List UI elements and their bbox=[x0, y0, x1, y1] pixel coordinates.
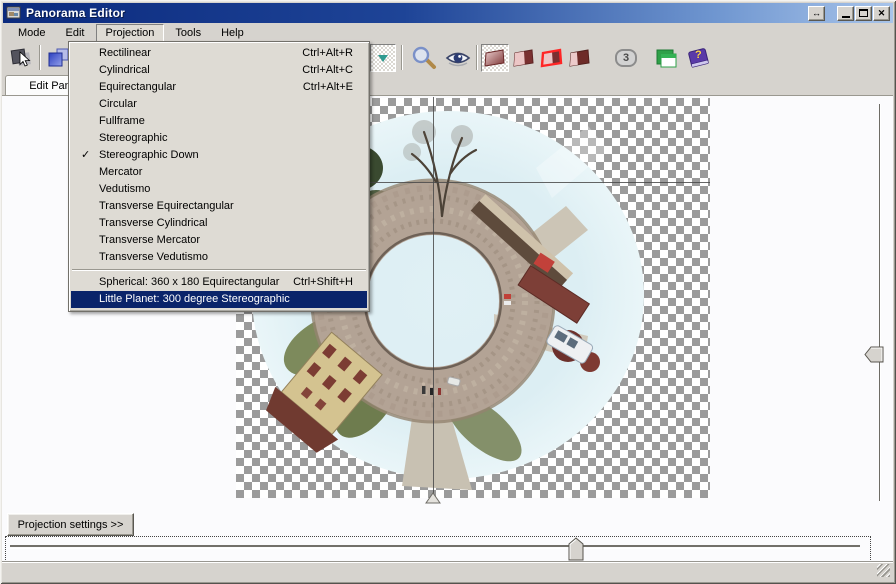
toolbar-separator bbox=[476, 45, 478, 70]
image-number-button[interactable]: 3 bbox=[609, 44, 643, 72]
pano-quad-mode-1-icon bbox=[483, 48, 507, 68]
menu-item-label: Cylindrical bbox=[99, 64, 150, 76]
pano-quad-mode-3-button[interactable] bbox=[538, 44, 566, 72]
menu-item-label: Transverse Vedutismo bbox=[99, 251, 208, 263]
transparency-toggle-icon bbox=[378, 55, 388, 62]
preview-eye-icon bbox=[443, 45, 473, 71]
menu-item-equirectangular[interactable]: Equirectangular Ctrl+Alt+E bbox=[71, 79, 367, 96]
new-window-button[interactable] bbox=[651, 44, 681, 72]
menu-item-shortcut: Ctrl+Alt+R bbox=[302, 45, 353, 62]
close-button[interactable]: ✕ bbox=[873, 6, 890, 21]
help-question-glyph: ? bbox=[695, 49, 702, 61]
menu-item-label: Mercator bbox=[99, 166, 142, 178]
pano-quad-mode-1-button[interactable] bbox=[481, 44, 509, 72]
drag-tool-button[interactable] bbox=[7, 44, 35, 72]
menu-item-transverse-mercator[interactable]: Transverse Mercator bbox=[71, 232, 367, 249]
pano-quad-mode-4-button[interactable] bbox=[566, 44, 594, 72]
menu-item-label: Transverse Cylindrical bbox=[99, 217, 207, 229]
menu-item-shortcut: Ctrl+Alt+C bbox=[302, 62, 353, 79]
resize-horizontal-icon: ↔ bbox=[812, 9, 821, 18]
app-icon bbox=[6, 6, 21, 20]
help-button[interactable]: ? bbox=[684, 44, 714, 72]
new-window-icon bbox=[653, 45, 679, 71]
pano-quad-mode-3-icon bbox=[540, 48, 564, 68]
menu-item-label: Stereographic bbox=[99, 132, 168, 144]
menu-item-label: Transverse Equirectangular bbox=[99, 200, 234, 212]
menu-item-label: Rectilinear bbox=[99, 47, 151, 59]
zoom-icon bbox=[408, 45, 438, 71]
menu-item-cylindrical[interactable]: Cylindrical Ctrl+Alt+C bbox=[71, 62, 367, 79]
window-title: Panorama Editor bbox=[26, 6, 125, 20]
menubar-item-help[interactable]: Help bbox=[212, 25, 253, 41]
projection-settings-label: Projection settings >> bbox=[18, 519, 124, 531]
tab-label: Edit Pan bbox=[29, 80, 71, 92]
menu-item-circular[interactable]: Circular bbox=[71, 96, 367, 113]
vertical-slider-track[interactable] bbox=[879, 104, 881, 501]
minimize-button[interactable] bbox=[837, 6, 854, 21]
menu-item-label: Equirectangular bbox=[99, 81, 176, 93]
menu-item-transverse-equirectangular[interactable]: Transverse Equirectangular bbox=[71, 198, 367, 215]
image-number-badge: 3 bbox=[615, 49, 637, 67]
menu-item-fullframe[interactable]: Fullframe bbox=[71, 113, 367, 130]
vertical-slider-thumb[interactable] bbox=[864, 346, 885, 363]
toolbar-separator bbox=[401, 45, 403, 70]
resize-grip[interactable] bbox=[877, 564, 890, 577]
menu-item-shortcut: Ctrl+Alt+E bbox=[303, 79, 353, 96]
pano-quad-mode-2-button[interactable] bbox=[510, 44, 538, 72]
title-bar[interactable]: Panorama Editor ↔ ✕ bbox=[3, 3, 893, 23]
maximize-icon bbox=[859, 9, 868, 17]
center-guide-line bbox=[433, 97, 434, 498]
menu-item-mercator[interactable]: Mercator bbox=[71, 164, 367, 181]
panorama-editor-window: Panorama Editor ↔ ✕ Mode Edit Projection… bbox=[0, 0, 896, 584]
menu-item-label: Little Planet: 300 degree Stereographic bbox=[99, 293, 290, 305]
menu-item-transverse-vedutismo[interactable]: Transverse Vedutismo bbox=[71, 249, 367, 266]
menu-item-label: Vedutismo bbox=[99, 183, 150, 195]
menu-item-label: Transverse Mercator bbox=[99, 234, 200, 246]
resize-horizontal-button[interactable]: ↔ bbox=[808, 6, 825, 21]
transparency-toggle-button[interactable] bbox=[370, 44, 396, 72]
horizontal-slider[interactable] bbox=[5, 536, 871, 562]
menu-item-label: Circular bbox=[99, 98, 137, 110]
menu-bar: Mode Edit Projection Tools Help bbox=[3, 23, 893, 42]
menu-item-vedutismo[interactable]: Vedutismo bbox=[71, 181, 367, 198]
menubar-item-mode[interactable]: Mode bbox=[9, 25, 55, 41]
projection-menu: Rectilinear Ctrl+Alt+R Cylindrical Ctrl+… bbox=[68, 41, 370, 312]
preview-eye-button[interactable] bbox=[442, 44, 474, 72]
horizontal-slider-track[interactable] bbox=[10, 545, 860, 549]
menu-item-stereographic-down[interactable]: ✓ Stereographic Down bbox=[71, 147, 367, 164]
yaw-marker-handle[interactable] bbox=[425, 492, 441, 504]
drag-tool-icon bbox=[8, 45, 34, 71]
menubar-item-edit[interactable]: Edit bbox=[57, 25, 94, 41]
pano-quad-mode-4-icon bbox=[568, 48, 592, 68]
zoom-button[interactable] bbox=[407, 44, 439, 72]
close-icon: ✕ bbox=[878, 9, 886, 18]
pano-quad-mode-2-icon bbox=[512, 48, 536, 68]
menu-item-transverse-cylindrical[interactable]: Transverse Cylindrical bbox=[71, 215, 367, 232]
menu-item-spherical-360x180[interactable]: Spherical: 360 x 180 Equirectangular Ctr… bbox=[71, 274, 367, 291]
menubar-item-projection[interactable]: Projection bbox=[96, 24, 165, 42]
menu-item-label: Spherical: 360 x 180 Equirectangular bbox=[99, 276, 279, 288]
toolbar-separator bbox=[39, 45, 41, 70]
minimize-icon bbox=[842, 16, 850, 18]
horizontal-slider-thumb[interactable] bbox=[568, 537, 584, 562]
menu-item-stereographic[interactable]: Stereographic bbox=[71, 130, 367, 147]
menu-item-label: Fullframe bbox=[99, 115, 145, 127]
menubar-item-tools[interactable]: Tools bbox=[166, 25, 210, 41]
menu-item-rectilinear[interactable]: Rectilinear Ctrl+Alt+R bbox=[71, 45, 367, 62]
projection-settings-button[interactable]: Projection settings >> bbox=[7, 513, 134, 536]
menu-item-little-planet[interactable]: Little Planet: 300 degree Stereographic bbox=[71, 291, 367, 308]
menu-item-label: Stereographic Down bbox=[99, 149, 199, 161]
menu-item-shortcut: Ctrl+Shift+H bbox=[293, 274, 353, 291]
maximize-button[interactable] bbox=[855, 6, 872, 21]
status-bar bbox=[2, 561, 893, 580]
checkmark-icon: ✓ bbox=[81, 147, 90, 164]
menu-separator bbox=[72, 269, 366, 271]
